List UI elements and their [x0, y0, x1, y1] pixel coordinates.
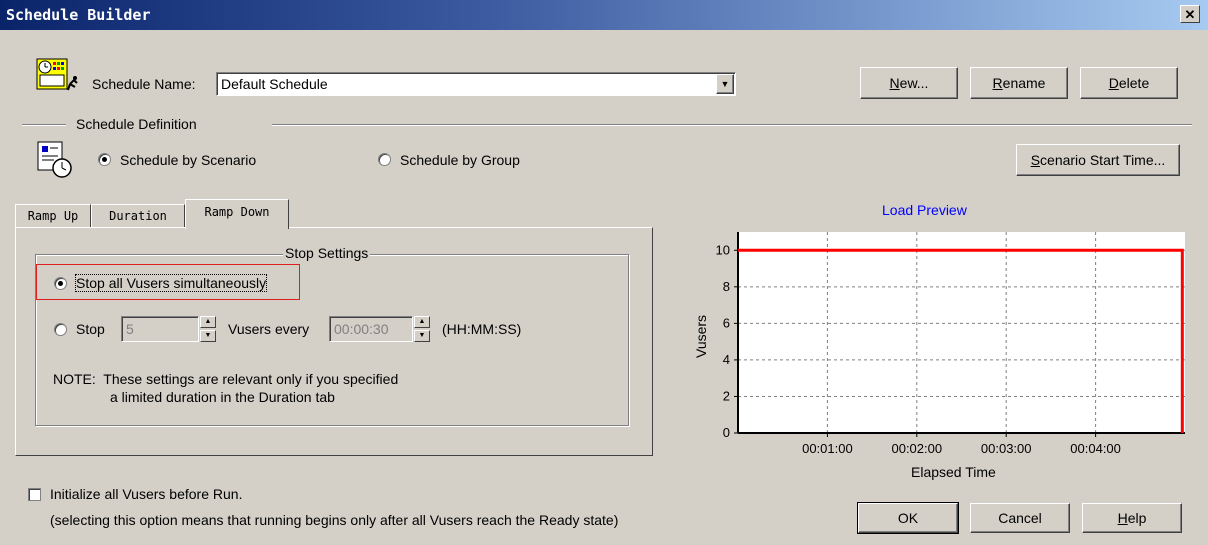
stepper-up-icon[interactable]: ▲ — [200, 316, 216, 328]
note-line-1: NOTE: These settings are relevant only i… — [53, 371, 399, 387]
stop-gradual-radio[interactable] — [54, 323, 67, 336]
x-tick-label: 00:03:00 — [981, 441, 1032, 456]
close-button[interactable]: ✕ — [1180, 5, 1200, 23]
x-tick-label: 00:01:00 — [802, 441, 853, 456]
y-tick-label: 2 — [723, 388, 730, 403]
schedule-name-combobox[interactable]: Default Schedule ▼ — [216, 72, 736, 96]
y-axis-label: Vusers — [693, 314, 709, 358]
initialize-vusers-label: Initialize all Vusers before Run. — [50, 486, 243, 502]
help-button[interactable]: Help — [1082, 503, 1182, 533]
plot-area — [738, 232, 1185, 433]
schedule-definition-label: Schedule Definition — [76, 116, 197, 132]
window-title: Schedule Builder — [6, 6, 151, 24]
close-icon: ✕ — [1184, 7, 1196, 22]
rename-button[interactable]: Rename — [970, 67, 1068, 99]
title-bar[interactable] — [0, 0, 1208, 30]
y-tick-label: 10 — [716, 242, 730, 257]
initialize-vusers-note: (selecting this option means that runnin… — [50, 512, 619, 528]
separator-left — [22, 124, 66, 126]
chart-title: Load Preview — [882, 202, 967, 218]
schedule-by-scenario-radio[interactable] — [98, 153, 111, 166]
vusers-count-input[interactable]: 5 — [121, 316, 199, 342]
schedule-name-dropdown-button[interactable]: ▼ — [716, 74, 734, 94]
schedule-by-scenario-label: Schedule by Scenario — [120, 152, 257, 168]
vusers-every-label: Vusers every — [228, 321, 310, 337]
cancel-button[interactable]: Cancel — [970, 503, 1070, 533]
y-tick-label: 0 — [723, 425, 730, 440]
stop-label: Stop — [76, 321, 105, 337]
y-tick-label: 6 — [723, 315, 730, 330]
tab-ramp-up[interactable]: Ramp Up — [15, 204, 91, 228]
stepper-down-icon[interactable]: ▼ — [414, 330, 430, 342]
x-axis-label: Elapsed Time — [911, 464, 996, 480]
schedule-icon — [36, 58, 78, 91]
initialize-vusers-checkbox[interactable] — [28, 488, 41, 501]
scenario-start-time-button[interactable]: Scenario Start Time... — [1016, 144, 1180, 176]
interval-input[interactable]: 00:00:30 — [329, 316, 413, 342]
interval-value: 00:00:30 — [334, 321, 389, 337]
stop-all-vusers-radio[interactable] — [54, 277, 67, 290]
vusers-count-value: 5 — [126, 321, 134, 337]
note-line-2: a limited duration in the Duration tab — [110, 389, 335, 405]
stop-settings-title: Stop Settings — [283, 245, 371, 261]
separator-right — [272, 124, 1192, 126]
schedule-name-label: Schedule Name: — [92, 76, 196, 92]
scenario-icon — [37, 141, 72, 178]
schedule-name-value: Default Schedule — [221, 76, 328, 92]
load-preview-chart: 0 2 4 6 8 10 00:01:00 00:02:00 00:03:00 00:04:00 — [716, 232, 1185, 456]
vusers-count-stepper[interactable]: ▲ ▼ — [200, 316, 216, 342]
y-tick-label: 4 — [723, 352, 730, 367]
x-tick-label: 00:04:00 — [1070, 441, 1121, 456]
interval-stepper[interactable]: ▲ ▼ — [414, 316, 430, 342]
stop-all-vusers-label[interactable]: Stop all Vusers simultaneously — [74, 274, 268, 292]
y-tick-label: 8 — [723, 279, 730, 294]
ok-button[interactable]: OK — [857, 502, 959, 534]
stepper-down-icon[interactable]: ▼ — [200, 330, 216, 342]
tab-ramp-down[interactable]: Ramp Down — [185, 199, 289, 229]
x-tick-label: 00:02:00 — [891, 441, 942, 456]
delete-button[interactable]: Delete — [1080, 67, 1178, 99]
new-button[interactable]: New... — [860, 67, 958, 99]
schedule-by-group-radio[interactable] — [378, 153, 391, 166]
tab-duration[interactable]: Duration — [91, 204, 185, 228]
stepper-up-icon[interactable]: ▲ — [414, 316, 430, 328]
interval-format-label: (HH:MM:SS) — [442, 321, 522, 337]
schedule-by-group-label: Schedule by Group — [400, 152, 520, 168]
chevron-down-icon: ▼ — [720, 79, 730, 89]
